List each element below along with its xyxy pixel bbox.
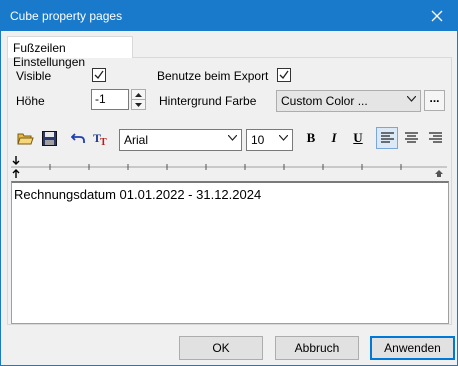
close-icon xyxy=(431,10,443,22)
save-icon xyxy=(41,130,57,146)
ok-button[interactable]: OK xyxy=(179,336,263,360)
align-left-icon xyxy=(380,132,394,143)
align-right-icon xyxy=(428,131,442,143)
italic-button[interactable]: I xyxy=(324,128,344,148)
font-family-select[interactable]: Arial xyxy=(119,129,242,151)
font-size-select[interactable]: 10 xyxy=(246,129,293,151)
visible-label: Visible xyxy=(16,69,52,83)
export-checkbox[interactable] xyxy=(277,68,291,82)
font-icon: T T xyxy=(93,131,107,146)
align-right-button[interactable] xyxy=(425,127,445,148)
chevron-down-icon xyxy=(279,135,288,141)
undo-button[interactable] xyxy=(68,128,88,148)
background-color-value: Custom Color ... xyxy=(281,94,368,108)
chevron-down-icon xyxy=(407,96,416,102)
chevron-down-icon xyxy=(228,135,237,141)
font-family-value: Arial xyxy=(124,133,149,147)
color-picker-button[interactable]: ... xyxy=(424,90,445,111)
align-center-icon xyxy=(404,131,418,143)
open-folder-icon xyxy=(16,133,34,144)
checkmark-icon xyxy=(279,70,289,80)
visible-checkbox[interactable] xyxy=(92,68,106,82)
arrow-down-icon xyxy=(135,102,142,107)
align-center-button[interactable] xyxy=(401,127,421,148)
bold-button[interactable]: B xyxy=(301,128,321,148)
close-button[interactable] xyxy=(417,1,457,31)
cancel-button[interactable]: Abbruch xyxy=(275,336,359,360)
right-margin-marker-icon[interactable] xyxy=(435,170,443,177)
underline-button[interactable]: U xyxy=(348,128,368,148)
arrow-up-icon xyxy=(135,92,142,97)
footer-text: Rechnungsdatum 01.01.2022 - 31.12.2024 xyxy=(14,187,262,202)
dialog-window: Cube property pages Fußzeilen Einstellun… xyxy=(0,0,458,366)
tab-label: Fußzeilen Einstellungen xyxy=(13,41,86,69)
font-style-button[interactable]: T T xyxy=(91,128,111,148)
align-left-button[interactable] xyxy=(376,127,398,149)
svg-text:T: T xyxy=(100,137,107,146)
tab-fusszeilen[interactable]: Fußzeilen Einstellungen xyxy=(7,36,133,69)
save-button[interactable] xyxy=(39,128,59,148)
height-input[interactable]: -1 xyxy=(91,89,129,110)
font-size-value: 10 xyxy=(251,133,265,147)
background-color-label: Hintergrund Farbe xyxy=(159,94,257,108)
undo-icon xyxy=(71,133,85,143)
checkmark-icon xyxy=(94,70,104,80)
height-value: -1 xyxy=(95,92,106,106)
apply-button[interactable]: Anwenden xyxy=(370,336,455,360)
height-label: Höhe xyxy=(16,94,45,108)
window-title: Cube property pages xyxy=(10,9,123,23)
title-bar[interactable]: Cube property pages xyxy=(1,1,457,31)
background-color-select[interactable]: Custom Color ... xyxy=(276,90,421,112)
ruler[interactable] xyxy=(11,154,447,180)
footer-text-editor[interactable]: Rechnungsdatum 01.01.2022 - 31.12.2024 xyxy=(11,181,449,324)
height-spin-down-button[interactable] xyxy=(131,99,146,110)
export-label: Benutze beim Export xyxy=(157,69,269,83)
open-folder-button[interactable] xyxy=(15,128,35,148)
